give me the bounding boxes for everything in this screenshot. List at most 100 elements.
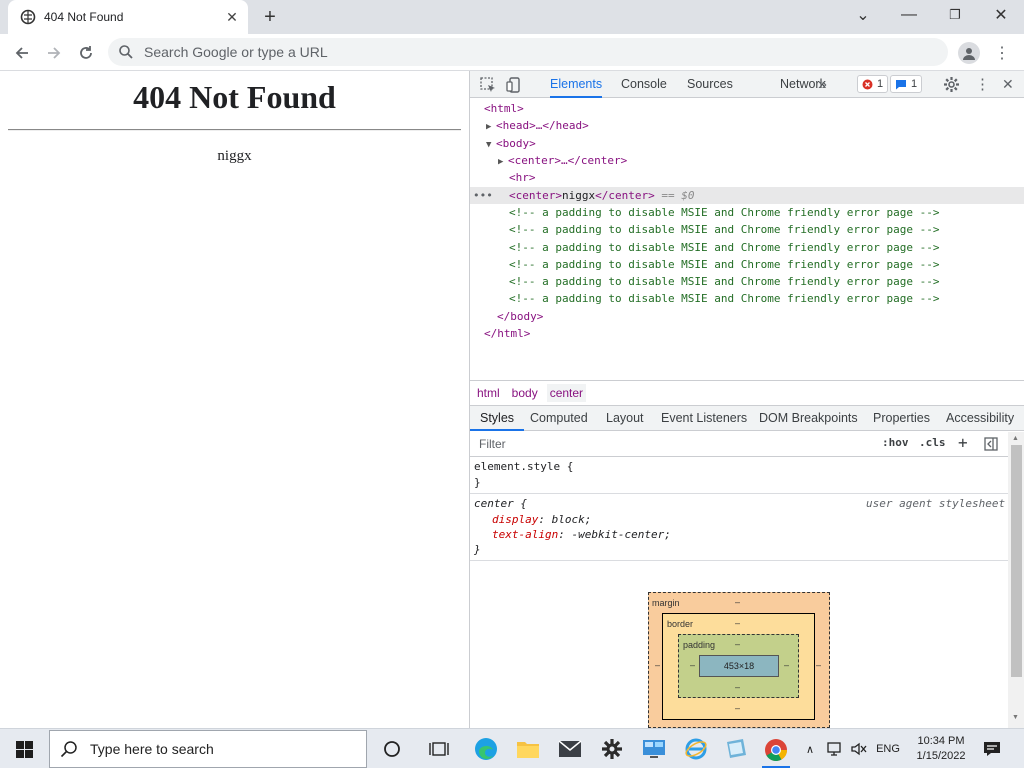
rule-center-selector[interactable]: center { [474, 496, 527, 512]
node-actions-icon[interactable]: ••• [473, 187, 493, 204]
volume-muted-icon[interactable] [848, 729, 870, 769]
close-devtools-icon[interactable]: ✕ [1002, 76, 1016, 92]
border-top-value[interactable]: – [735, 618, 740, 628]
tab-search-icon[interactable]: ⌄ [840, 0, 886, 30]
dom-node-html[interactable]: <html> [484, 100, 524, 117]
chrome-icon[interactable] [762, 734, 790, 768]
dom-node-center-1[interactable]: ▶ <center>…</center> [498, 152, 627, 169]
tab-elements[interactable]: Elements [550, 71, 603, 98]
taskbar-search-input[interactable] [88, 740, 348, 758]
tray-overflow-icon[interactable]: ∧ [802, 729, 818, 769]
tab-dom-breakpoints[interactable]: DOM Breakpoints [759, 406, 858, 431]
dom-comment[interactable]: <!-- a padding to disable MSIE and Chrom… [509, 290, 939, 307]
app-icon[interactable] [722, 735, 750, 763]
rule-element-style[interactable]: element.style { [474, 459, 573, 475]
system-clock[interactable]: 10:34 PM 1/15/2022 [906, 729, 976, 769]
dom-comment[interactable]: <!-- a padding to disable MSIE and Chrom… [509, 204, 939, 221]
margin-left-value[interactable]: – [655, 660, 660, 670]
reload-button[interactable] [72, 40, 100, 66]
margin-label: margin [652, 598, 680, 608]
styles-filter-input[interactable] [477, 436, 867, 452]
internet-explorer-icon[interactable] [682, 735, 710, 763]
margin-top-value[interactable]: – [735, 597, 740, 607]
start-button[interactable] [0, 729, 48, 769]
dom-node-hr[interactable]: <hr> [509, 169, 536, 186]
tab-event-listeners[interactable]: Event Listeners [661, 406, 747, 431]
mail-icon[interactable] [556, 735, 584, 763]
dom-node-body-close[interactable]: </body> [497, 308, 543, 325]
rule-declaration-text-align[interactable]: text-align: -webkit-center; [492, 527, 671, 543]
tab-properties[interactable]: Properties [873, 406, 930, 431]
address-bar[interactable] [108, 38, 948, 66]
new-rule-icon[interactable]: + [958, 433, 968, 452]
padding-top-value[interactable]: – [735, 639, 740, 649]
collapse-triangle-icon[interactable]: ▼ [486, 137, 496, 154]
breadcrumb-body[interactable]: body [512, 386, 538, 400]
minimize-button[interactable]: — [886, 0, 932, 30]
more-tabs-icon[interactable]: » [818, 71, 827, 98]
file-explorer-icon[interactable] [514, 735, 542, 763]
messages-badge[interactable]: 1 [890, 75, 923, 93]
tab-styles[interactable]: Styles [470, 406, 525, 431]
browser-menu-icon[interactable]: ⋮ [992, 40, 1012, 66]
toggle-sidebar-icon[interactable] [984, 437, 998, 451]
close-window-button[interactable]: ✕ [978, 0, 1024, 30]
box-model-content[interactable]: 453×18 [699, 655, 779, 677]
restore-button[interactable]: ❐ [932, 0, 978, 30]
taskbar-search-box[interactable] [49, 730, 367, 768]
tab-title: 404 Not Found [44, 10, 124, 24]
cls-toggle[interactable]: .cls [919, 436, 946, 449]
address-input[interactable] [142, 43, 948, 61]
task-view-icon[interactable] [425, 735, 453, 763]
settings-gear-icon[interactable] [598, 735, 626, 763]
tab-console[interactable]: Console [621, 71, 667, 98]
dom-comment[interactable]: <!-- a padding to disable MSIE and Chrom… [509, 256, 939, 273]
dom-node-head[interactable]: ▶ <head>…</head> [486, 117, 589, 134]
language-indicator[interactable]: ENG [872, 729, 904, 769]
expand-triangle-icon[interactable]: ▶ [486, 119, 496, 136]
expand-triangle-icon[interactable]: ▶ [498, 154, 508, 171]
breadcrumb-center[interactable]: center [546, 383, 587, 402]
settings-gear-icon[interactable] [943, 76, 960, 93]
dom-comment[interactable]: <!-- a padding to disable MSIE and Chrom… [509, 221, 939, 238]
dom-node-html-close[interactable]: </html> [484, 325, 530, 342]
tab-layout[interactable]: Layout [606, 406, 644, 431]
notifications-icon[interactable] [980, 729, 1004, 769]
edge-browser-icon[interactable] [472, 735, 500, 763]
device-toolbar-icon[interactable] [505, 76, 523, 94]
browser-tab[interactable]: 404 Not Found ✕ [8, 0, 248, 34]
dom-comment[interactable]: <!-- a padding to disable MSIE and Chrom… [509, 239, 939, 256]
styles-scrollbar-thumb[interactable] [1011, 445, 1022, 677]
back-button[interactable] [8, 40, 36, 66]
dom-comment[interactable]: <!-- a padding to disable MSIE and Chrom… [509, 273, 939, 290]
scroll-up-icon[interactable]: ▲ [1012, 435, 1019, 442]
cortana-icon[interactable] [378, 735, 406, 763]
profile-avatar-icon[interactable] [958, 42, 980, 64]
breadcrumb-html[interactable]: html [477, 386, 500, 400]
network-icon[interactable] [824, 729, 846, 769]
inspect-element-icon[interactable] [479, 76, 497, 94]
tab-accessibility[interactable]: Accessibility [946, 406, 1014, 431]
forward-button[interactable] [40, 40, 68, 66]
web-page: 404 Not Found niggx [0, 71, 469, 728]
new-tab-button[interactable]: + [258, 6, 282, 28]
border-bottom-value[interactable]: – [735, 703, 740, 713]
dom-node-center-selected[interactable]: ••• <center>niggx</center> == $0 [470, 187, 1024, 204]
val-display: block; [551, 513, 592, 526]
message-icon [896, 79, 906, 89]
hov-toggle[interactable]: :hov [882, 436, 909, 449]
padding-bottom-value[interactable]: – [735, 682, 740, 692]
margin-right-value[interactable]: – [816, 660, 821, 670]
errors-count: 1 [877, 78, 884, 90]
rule-declaration-display[interactable]: display: block; [492, 512, 591, 528]
padding-right-value[interactable]: – [784, 660, 789, 670]
errors-badge[interactable]: 1 [857, 75, 889, 93]
dom-node-body[interactable]: ▼ <body> [486, 135, 536, 152]
tab-close-icon[interactable]: ✕ [224, 9, 240, 25]
padding-left-value[interactable]: – [690, 660, 695, 670]
tab-sources[interactable]: Sources [687, 71, 733, 98]
tab-computed[interactable]: Computed [530, 406, 588, 431]
scroll-down-icon[interactable]: ▼ [1012, 714, 1019, 721]
control-panel-icon[interactable] [640, 735, 668, 763]
devtools-menu-icon[interactable]: ⋮ [975, 75, 990, 95]
